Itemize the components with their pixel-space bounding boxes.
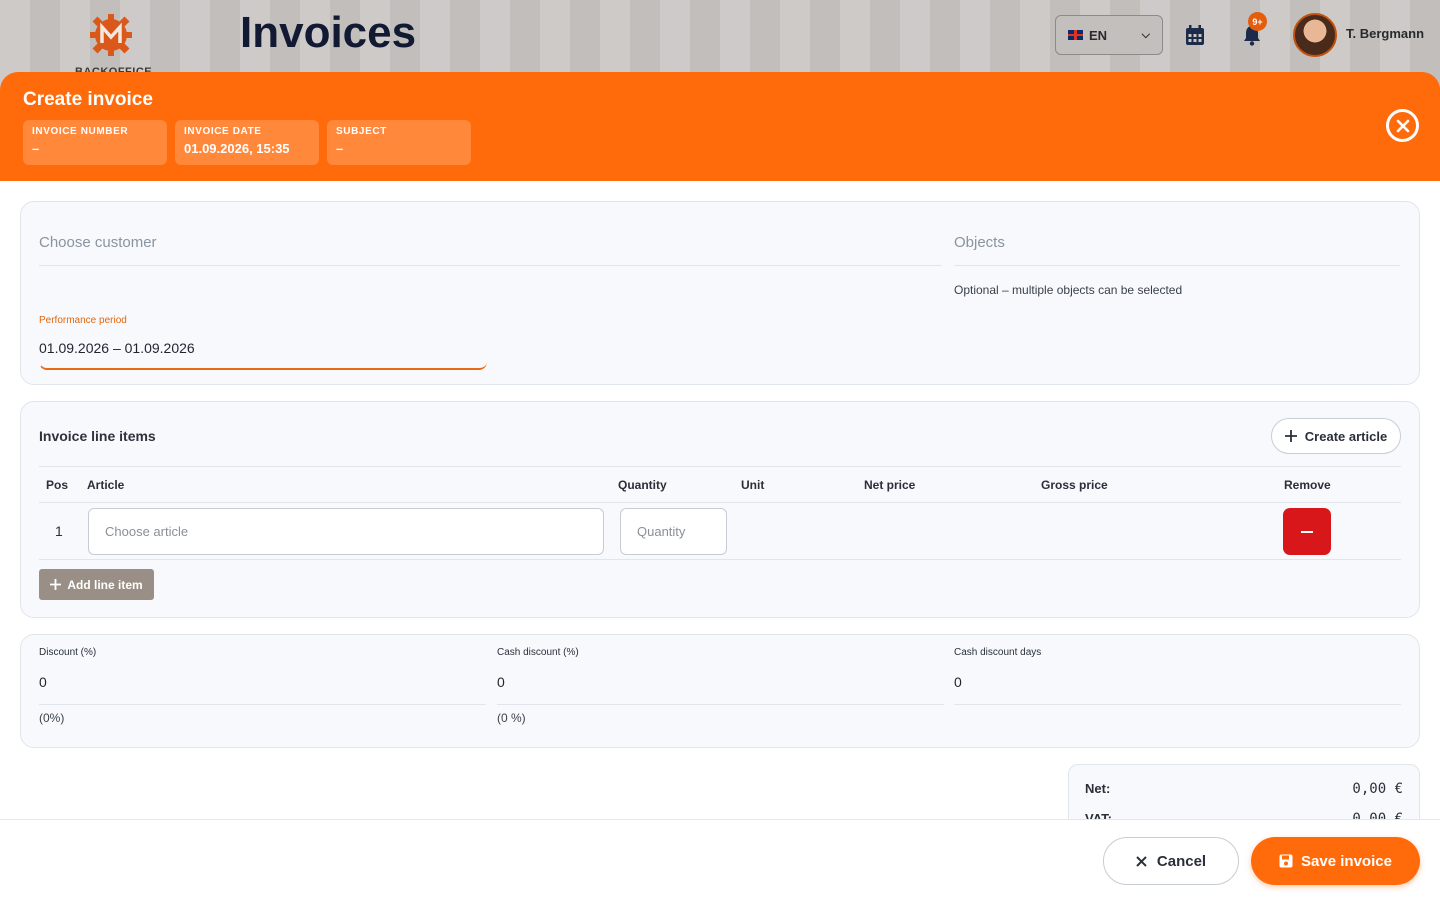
plus-icon xyxy=(1284,430,1297,442)
line-items-title: Invoice line items xyxy=(39,428,156,444)
add-line-item-button[interactable]: Add line item xyxy=(39,569,154,600)
remove-line-button[interactable] xyxy=(1283,508,1331,555)
column-header-quantity: Quantity xyxy=(618,478,667,492)
cash-discount-days-label: Cash discount days xyxy=(954,647,1042,658)
column-header-article: Article xyxy=(87,478,125,492)
create-article-label: Create article xyxy=(1304,428,1388,444)
modal-footer: Cancel Save invoice xyxy=(0,819,1440,900)
close-icon xyxy=(1396,119,1409,132)
company-logo-icon xyxy=(90,14,132,56)
net-total-row: Net: 0,00 € xyxy=(1085,781,1403,797)
column-header-gross-price: Gross price xyxy=(1041,478,1108,492)
article-placeholder: Choose article xyxy=(105,524,189,539)
objects-select[interactable]: Objects xyxy=(954,234,1400,266)
table-row: 1 Choose article Quantity xyxy=(39,503,1401,560)
cancel-button[interactable]: Cancel xyxy=(1103,837,1239,885)
save-invoice-label: Save invoice xyxy=(1301,852,1392,870)
close-icon xyxy=(1136,855,1147,867)
meta-label: SUBJECT xyxy=(336,126,387,137)
article-select[interactable]: Choose article xyxy=(88,508,604,555)
quantity-placeholder: Quantity xyxy=(637,524,686,539)
discount-panel: Discount (%) 0 (0%) Cash discount (%) 0 … xyxy=(20,634,1420,748)
column-header-net-price: Net price xyxy=(864,478,916,492)
meta-value: – xyxy=(32,141,40,156)
cash-discount-days-input[interactable]: 0 xyxy=(954,674,1401,705)
cancel-label: Cancel xyxy=(1156,852,1207,870)
quantity-input[interactable]: Quantity xyxy=(620,508,727,555)
cash-discount-field: Cash discount (%) 0 (0 %) xyxy=(497,647,944,725)
cash-discount-label: Cash discount (%) xyxy=(497,647,579,658)
line-items-panel: Invoice line items Create article Pos Ar… xyxy=(20,401,1420,618)
objects-hint: Optional – multiple objects can be selec… xyxy=(954,283,1183,297)
create-article-button[interactable]: Create article xyxy=(1271,418,1401,454)
discount-input[interactable]: 0 xyxy=(39,674,486,705)
performance-period-focus-line xyxy=(39,360,487,370)
meta-label: INVOICE DATE xyxy=(184,126,262,137)
modal-header: Create invoice INVOICE NUMBER – INVOICE … xyxy=(0,72,1440,181)
performance-period-input[interactable]: 01.09.2026 – 01.09.2026 xyxy=(39,340,195,356)
minus-icon xyxy=(1301,530,1313,533)
plus-icon xyxy=(50,579,62,590)
row-position: 1 xyxy=(55,523,63,539)
cash-discount-days-field: Cash discount days 0 xyxy=(954,647,1401,705)
language-select[interactable]: EN ⌵ xyxy=(1055,15,1163,55)
user-name[interactable]: T. Bergmann xyxy=(1346,26,1424,41)
close-modal-button[interactable] xyxy=(1386,109,1419,142)
column-header-unit: Unit xyxy=(741,478,765,492)
calendar-icon[interactable] xyxy=(1185,24,1205,46)
subject-card: SUBJECT – xyxy=(327,120,471,165)
floppy-disk-icon xyxy=(1279,854,1293,868)
discount-field: Discount (%) 0 (0%) xyxy=(39,647,486,725)
column-header-pos: Pos xyxy=(46,478,69,492)
discount-label: Discount (%) xyxy=(39,647,97,658)
meta-value: 01.09.2026, 15:35 xyxy=(184,141,290,156)
modal-body: Choose customer Objects Optional – multi… xyxy=(0,181,1440,844)
performance-period-label: Performance period xyxy=(39,315,127,326)
customer-select[interactable]: Choose customer xyxy=(39,234,942,266)
uk-flag-icon xyxy=(1068,30,1083,40)
page-title: Invoices xyxy=(240,8,417,57)
discount-hint: (0%) xyxy=(39,711,65,725)
language-value: EN xyxy=(1089,27,1108,43)
column-header-remove: Remove xyxy=(1284,478,1331,492)
avatar[interactable] xyxy=(1293,13,1337,57)
add-line-item-label: Add line item xyxy=(67,577,143,592)
cash-discount-hint: (0 %) xyxy=(497,711,526,725)
objects-placeholder: Objects xyxy=(954,234,1005,251)
customer-placeholder: Choose customer xyxy=(39,234,157,251)
customer-panel: Choose customer Objects Optional – multi… xyxy=(20,201,1420,385)
chevron-down-icon: ⌵ xyxy=(1141,28,1150,41)
net-value: 0,00 € xyxy=(1352,781,1403,797)
save-invoice-button[interactable]: Save invoice xyxy=(1251,837,1420,885)
meta-value: – xyxy=(336,141,344,156)
invoice-number-card: INVOICE NUMBER – xyxy=(23,120,167,165)
modal-title: Create invoice xyxy=(23,89,153,110)
cash-discount-input[interactable]: 0 xyxy=(497,674,944,705)
invoice-date-card: INVOICE DATE 01.09.2026, 15:35 xyxy=(175,120,319,165)
notification-badge: 9+ xyxy=(1248,12,1267,31)
meta-label: INVOICE NUMBER xyxy=(32,126,129,137)
table-header: Pos Article Quantity Unit Net price Gros… xyxy=(39,466,1401,503)
net-label: Net: xyxy=(1085,781,1111,796)
